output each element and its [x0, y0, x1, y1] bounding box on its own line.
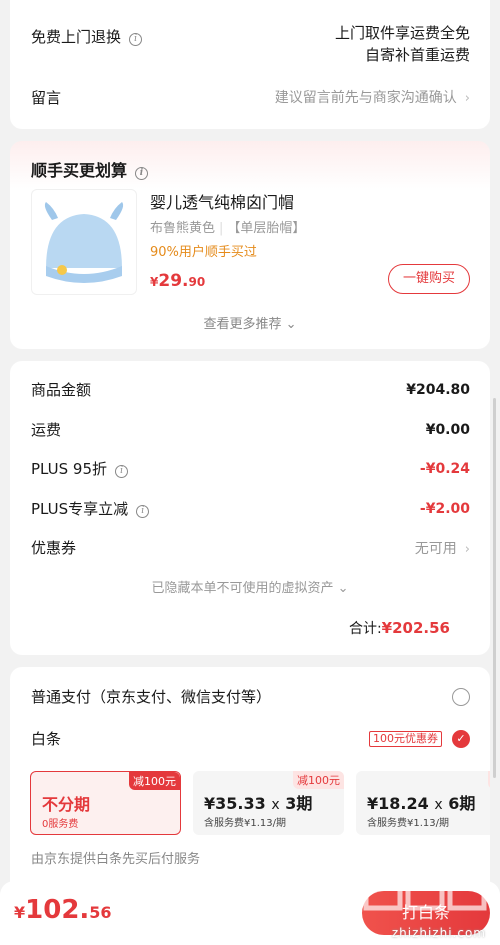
message-label: 留言: [31, 88, 62, 107]
price-currency: ¥: [14, 903, 26, 922]
product-name[interactable]: 婴儿透气纯棉囟门帽: [150, 189, 294, 213]
plan-main: ¥35.33: [204, 794, 266, 813]
product-thumbnail[interactable]: [31, 189, 137, 295]
plus-reduce-value: -¥2.00: [419, 500, 470, 517]
normal-pay-label: 普通支付（京东支付、微信支付等）: [31, 688, 272, 706]
shipping-value: ¥0.00: [425, 421, 470, 438]
product-spec-type: 【单层胎帽】: [227, 221, 306, 236]
see-more-label: 查看更多推荐: [203, 317, 282, 332]
baitiao-row[interactable]: 白条 100元优惠券 ✓: [31, 728, 470, 749]
watermark-logo: [363, 865, 487, 911]
plus-discount-label: PLUS 95折: [31, 460, 108, 478]
return-message-card: 免费上门退换 i 上门取件享运费全免 自寄补首重运费 留言 建议留言前先与商家沟通…: [10, 0, 490, 129]
free-return-label: 免费上门退换: [31, 28, 122, 46]
plan-main: ¥18.24: [367, 794, 429, 813]
plan-6-periods[interactable]: 减 ¥18.24 x 6期 含服务费¥1.13/期: [356, 771, 490, 835]
message-row[interactable]: 留言 建议留言前先与商家沟通确认 ›: [31, 86, 470, 108]
coupon-label: 优惠券: [31, 539, 77, 557]
plan-badge: 减: [488, 771, 490, 789]
amount-card: 商品金额 ¥204.80 运费 ¥0.00 PLUS 95折 i -¥0.24 P…: [10, 361, 490, 655]
product-price: ¥29.90: [150, 271, 205, 291]
chevron-down-icon: ⌄: [285, 317, 297, 332]
hidden-assets-toggle[interactable]: 已隐藏本单不可使用的虚拟资产 ⌄: [10, 577, 490, 596]
pay-amount: ¥102.56: [14, 895, 112, 925]
shipping-label: 运费: [31, 421, 62, 439]
plus-reduce-label: PLUS专享立减: [31, 500, 129, 518]
info-icon[interactable]: i: [115, 465, 129, 478]
plan-sub: 含服务费¥1.13/期: [367, 818, 449, 829]
info-icon[interactable]: i: [135, 167, 149, 180]
goods-amount-row: 商品金额 ¥204.80: [31, 379, 470, 400]
goods-amount-value: ¥204.80: [406, 381, 470, 398]
baitiao-label: 白条: [31, 730, 62, 748]
coupon-row[interactable]: 优惠券 无可用 ›: [31, 537, 470, 558]
plan-badge: 减100元: [293, 771, 344, 789]
order-total: 合计:¥202.56: [349, 618, 450, 638]
plus-discount-row: PLUS 95折 i -¥0.24: [31, 458, 470, 479]
info-icon[interactable]: i: [136, 505, 150, 518]
one-click-buy-button[interactable]: 一键购买: [388, 264, 470, 294]
plan-no-installment[interactable]: 减100元 不分期 0服务费: [30, 771, 181, 835]
plan-badge: 减100元: [129, 772, 180, 790]
goods-amount-label: 商品金额: [31, 381, 92, 399]
plan-main: 不分期: [42, 795, 91, 814]
see-more-recommend[interactable]: 查看更多推荐 ⌄: [10, 313, 490, 332]
price-integer: 29.: [158, 271, 189, 291]
plan-sub: 0服务费: [42, 819, 79, 830]
price-integer: 102.: [25, 895, 90, 925]
plan-term: 3期: [285, 794, 313, 813]
total-value: ¥202.56: [381, 619, 450, 637]
coupon-value: 无可用: [414, 540, 457, 557]
shipping-row: 运费 ¥0.00: [31, 419, 470, 440]
message-placeholder: 建议留言前先与商家沟通确认: [274, 90, 457, 106]
checkmark-icon[interactable]: ✓: [452, 729, 470, 748]
plan-sub: 含服务费¥1.13/期: [204, 818, 286, 829]
recommend-card: 顺手买更划算 i 婴儿透气纯棉囟门帽 布鲁熊黄色 | 【单层胎帽】 90%用户顺手买过…: [10, 141, 490, 349]
scrollbar[interactable]: [493, 398, 496, 778]
coupon-tag: 100元优惠券: [369, 730, 442, 747]
recommend-title-text: 顺手买更划算: [31, 161, 128, 180]
recommend-title: 顺手买更划算 i: [31, 157, 149, 181]
product-spec-color: 布鲁熊黄色: [150, 221, 216, 236]
chevron-down-icon: ⌄: [337, 581, 349, 596]
plan-3-periods[interactable]: 减100元 ¥35.33 x 3期 含服务费¥1.13/期: [193, 771, 344, 835]
product-tag: 90%用户顺手买过: [150, 245, 257, 260]
price-decimal: 90: [188, 275, 206, 289]
watermark-site: zhizhizhi.com: [391, 926, 486, 940]
free-return-row[interactable]: 免费上门退换 i 上门取件享运费全免 自寄补首重运费: [31, 22, 470, 66]
hidden-assets-label: 已隐藏本单不可使用的虚拟资产: [151, 581, 334, 596]
plan-term: 6期: [448, 794, 476, 813]
price-decimal: 56: [89, 903, 112, 922]
total-label: 合计:: [348, 621, 382, 637]
info-icon[interactable]: i: [129, 33, 143, 46]
normal-pay-row[interactable]: 普通支付（京东支付、微信支付等）: [31, 686, 470, 707]
chevron-right-icon: ›: [464, 91, 470, 106]
plus-reduce-row: PLUS专享立减 i -¥2.00: [31, 498, 470, 519]
baitiao-note: 由京东提供白条先买后付服务: [31, 852, 201, 867]
installment-plans: 减100元 不分期 0服务费 减100元 ¥35.33 x 3期 含服务费¥1.…: [30, 771, 490, 837]
radio-unchecked-icon[interactable]: [452, 687, 470, 706]
free-return-value-1: 上门取件享运费全免: [334, 24, 470, 42]
chevron-right-icon: ›: [464, 541, 470, 557]
product-spec: 布鲁熊黄色 | 【单层胎帽】: [150, 221, 306, 236]
free-return-value-2: 自寄补首重运费: [364, 46, 470, 64]
baby-hat-image: [44, 202, 124, 283]
plus-discount-value: -¥0.24: [419, 460, 470, 477]
